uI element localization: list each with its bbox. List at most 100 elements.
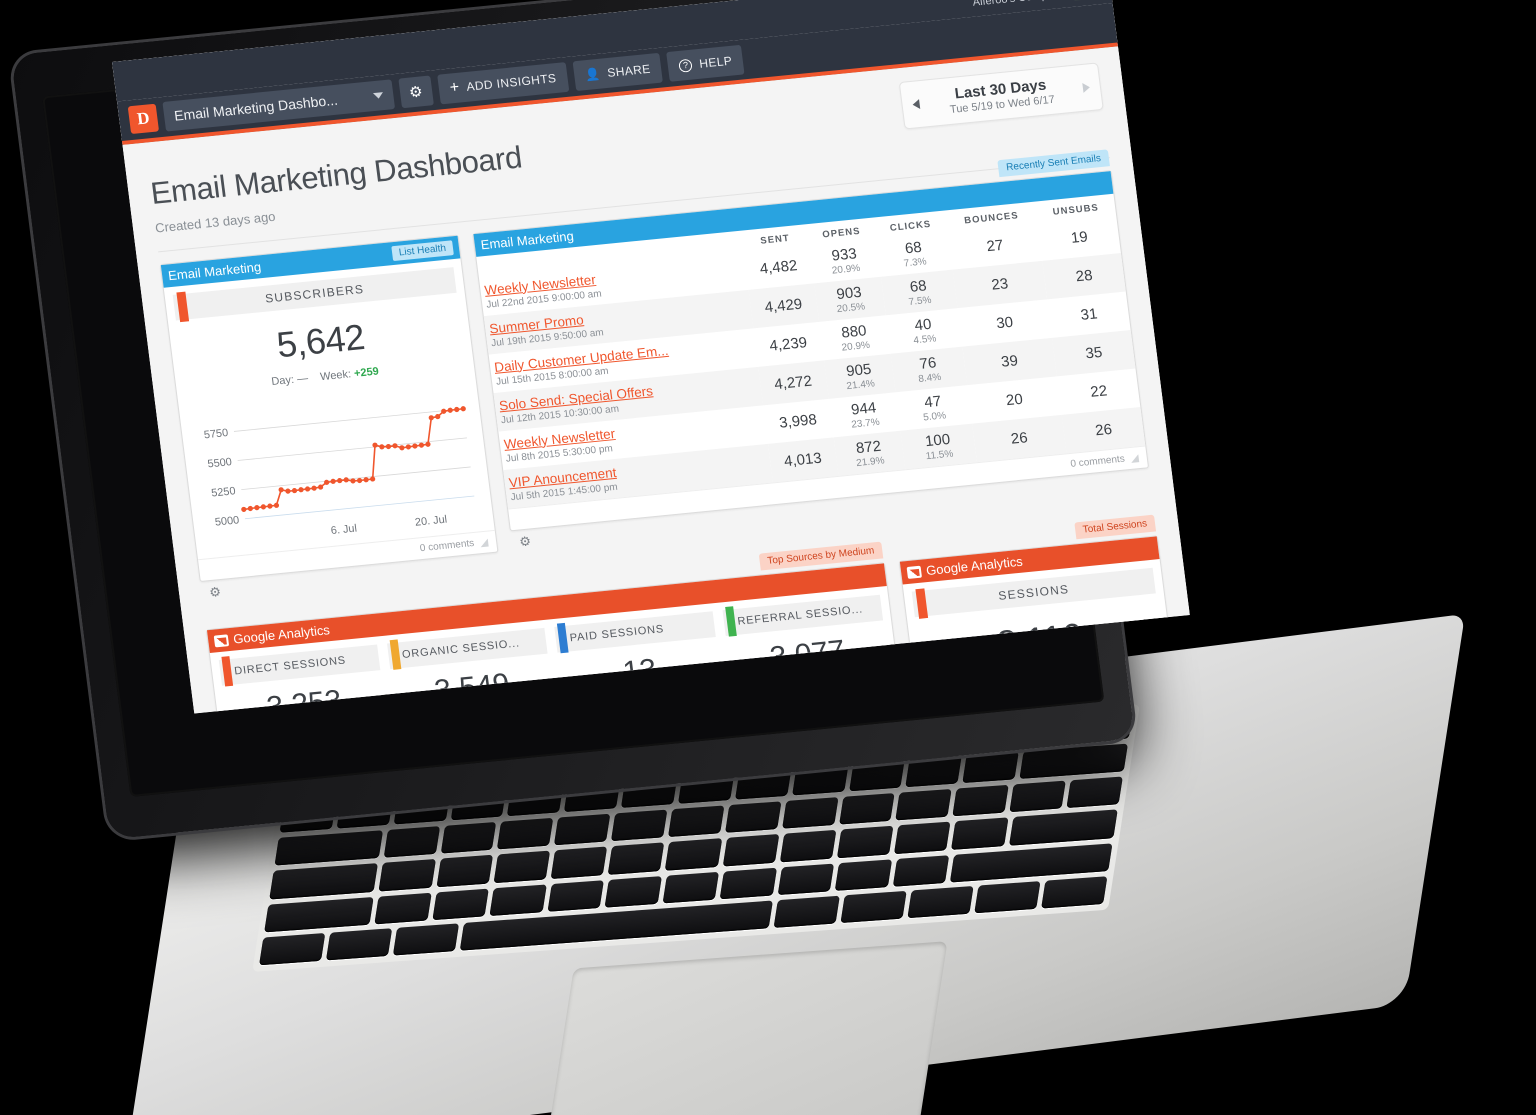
delta-day-label: Day: [270, 373, 295, 388]
metric-color-bar [915, 588, 929, 619]
chart-x-axis-labels: 6. Jul 20. Jul [330, 514, 448, 537]
data-point [337, 478, 343, 484]
subscribers-metric-label: SUBSCRIBERS [264, 282, 365, 306]
cell-opens: 880 20.9% [840, 322, 871, 354]
google-analytics-icon [906, 565, 922, 579]
data-point [241, 506, 247, 512]
kpi-label: PAID SESSIONS [569, 623, 665, 645]
subscribers-line-chart: 5000 5250 5500 5750 6. Jul 20. Jul [203, 406, 475, 537]
kpi-label-row: DIRECT SESSIONS [218, 644, 380, 687]
gridline [241, 466, 471, 491]
data-point [460, 406, 466, 412]
resize-handle-icon[interactable] [479, 538, 489, 547]
chart-line-series [243, 407, 464, 511]
subscribers-comments-count[interactable]: 0 comments [419, 538, 475, 554]
data-point [260, 504, 266, 510]
cell-opens: 905 21.4% [823, 353, 896, 399]
sessions-metric-label: SESSIONS [997, 582, 1070, 603]
data-point [405, 444, 411, 450]
x-tick-label: 20. Jul [414, 514, 448, 529]
data-point [278, 487, 284, 493]
chart-data-points [241, 406, 466, 512]
data-point [428, 415, 434, 421]
chart-y-axis-labels: 5000 5250 5500 5750 [203, 427, 240, 529]
question-circle-icon: ? [678, 58, 694, 73]
data-point [330, 478, 336, 484]
kpi-label-row: ORGANIC SESSIO... [386, 627, 548, 670]
help-label: HELP [698, 53, 733, 71]
gear-icon[interactable]: ⚙ [518, 533, 532, 550]
emails-comments-count[interactable]: 0 comments [1070, 454, 1126, 470]
delta-day-value: — [296, 372, 309, 386]
app-logo[interactable]: D [127, 103, 160, 135]
avatar[interactable] [1070, 0, 1102, 1]
laptop-mockup-scene: Alf Alferoo's Company D Email Marketing … [0, 0, 1536, 1115]
laptop-trackpad [537, 941, 948, 1115]
y-tick-label: 5250 [211, 485, 237, 499]
ga-sessions-widget-title: Google Analytics [925, 553, 1024, 579]
cell-sent: 3,998 [778, 411, 818, 432]
kpi-label: DIRECT SESSIONS [233, 654, 347, 678]
right-column: Recently Sent Emails Email Marketing SEN… [472, 149, 1154, 575]
y-tick-label: 5500 [207, 456, 233, 470]
data-point [267, 503, 273, 509]
gear-icon[interactable]: ⚙ [208, 584, 222, 601]
subscribers-widget: Email Marketing List Health SUBSCRIBERS … [159, 234, 499, 583]
data-point [285, 488, 291, 494]
data-point [254, 505, 260, 511]
cell-opens: 944 23.7% [850, 399, 881, 431]
cell-sent: 4,482 [758, 257, 799, 278]
data-point [412, 443, 418, 449]
data-point [385, 443, 392, 450]
data-point [418, 442, 425, 448]
help-button[interactable]: ? HELP [666, 44, 745, 82]
list-health-badge[interactable]: List Health [391, 240, 454, 262]
add-insights-button[interactable]: + ADD INSIGHTS [437, 62, 570, 105]
share-label: SHARE [606, 61, 652, 80]
account-info[interactable]: Alf Alferoo's Company [970, 0, 1066, 10]
plus-icon: + [448, 78, 461, 97]
data-point [247, 505, 253, 512]
data-point [392, 443, 398, 449]
delta-week-label: Week: [319, 368, 352, 384]
kpi-label-row: REFERRAL SESSIO... [722, 594, 884, 637]
dashboard-page: Last 30 Days Tue 5/19 to Wed 6/17 Email … [122, 46, 1190, 714]
account-company: Alferoo's Company [972, 0, 1066, 10]
y-tick-label: 5000 [214, 514, 240, 528]
data-point [425, 441, 431, 447]
arrow-left-icon[interactable] [912, 99, 921, 110]
resize-handle-icon[interactable] [1130, 453, 1140, 463]
gridline [237, 437, 467, 461]
cell-sent: 4,239 [768, 334, 809, 355]
emails-widget: Recently Sent Emails Email Marketing SEN… [472, 149, 1150, 532]
chart-gridlines [233, 408, 475, 520]
settings-button[interactable]: ⚙ [398, 75, 434, 109]
subscribers-widget-title: Email Marketing [167, 259, 262, 284]
data-point [447, 407, 453, 413]
google-analytics-icon [213, 633, 230, 647]
ga-sessions-header-group: Google Analytics [906, 553, 1024, 580]
data-point [399, 445, 405, 451]
share-button[interactable]: 👤 SHARE [572, 52, 664, 92]
cell-opens: 933 20.9% [830, 245, 861, 277]
cell-opens: 903 20.5% [813, 276, 886, 322]
app-screen: Alf Alferoo's Company D Email Marketing … [112, 0, 1190, 714]
data-point [273, 502, 280, 508]
cell-sent: 4,013 [767, 437, 839, 483]
data-point [454, 406, 460, 413]
left-column: Email Marketing List Health SUBSCRIBERS … [159, 234, 502, 606]
kpi-label-row: PAID SESSIONS [554, 611, 716, 654]
data-point [291, 488, 298, 494]
arrow-right-icon[interactable] [1082, 82, 1091, 93]
data-point [298, 487, 304, 493]
metric-color-bar [176, 291, 190, 323]
cell-opens: 872 21.9% [833, 430, 906, 476]
x-tick-label: 6. Jul [330, 523, 357, 537]
kpi-color-bar [556, 622, 569, 654]
gridline [233, 408, 464, 432]
kpi-color-bar [221, 656, 234, 687]
gear-icon: ⚙ [408, 82, 425, 101]
kpi-label: REFERRAL SESSIO... [736, 603, 864, 628]
data-point [356, 477, 363, 484]
person-share-icon: 👤 [584, 66, 602, 83]
